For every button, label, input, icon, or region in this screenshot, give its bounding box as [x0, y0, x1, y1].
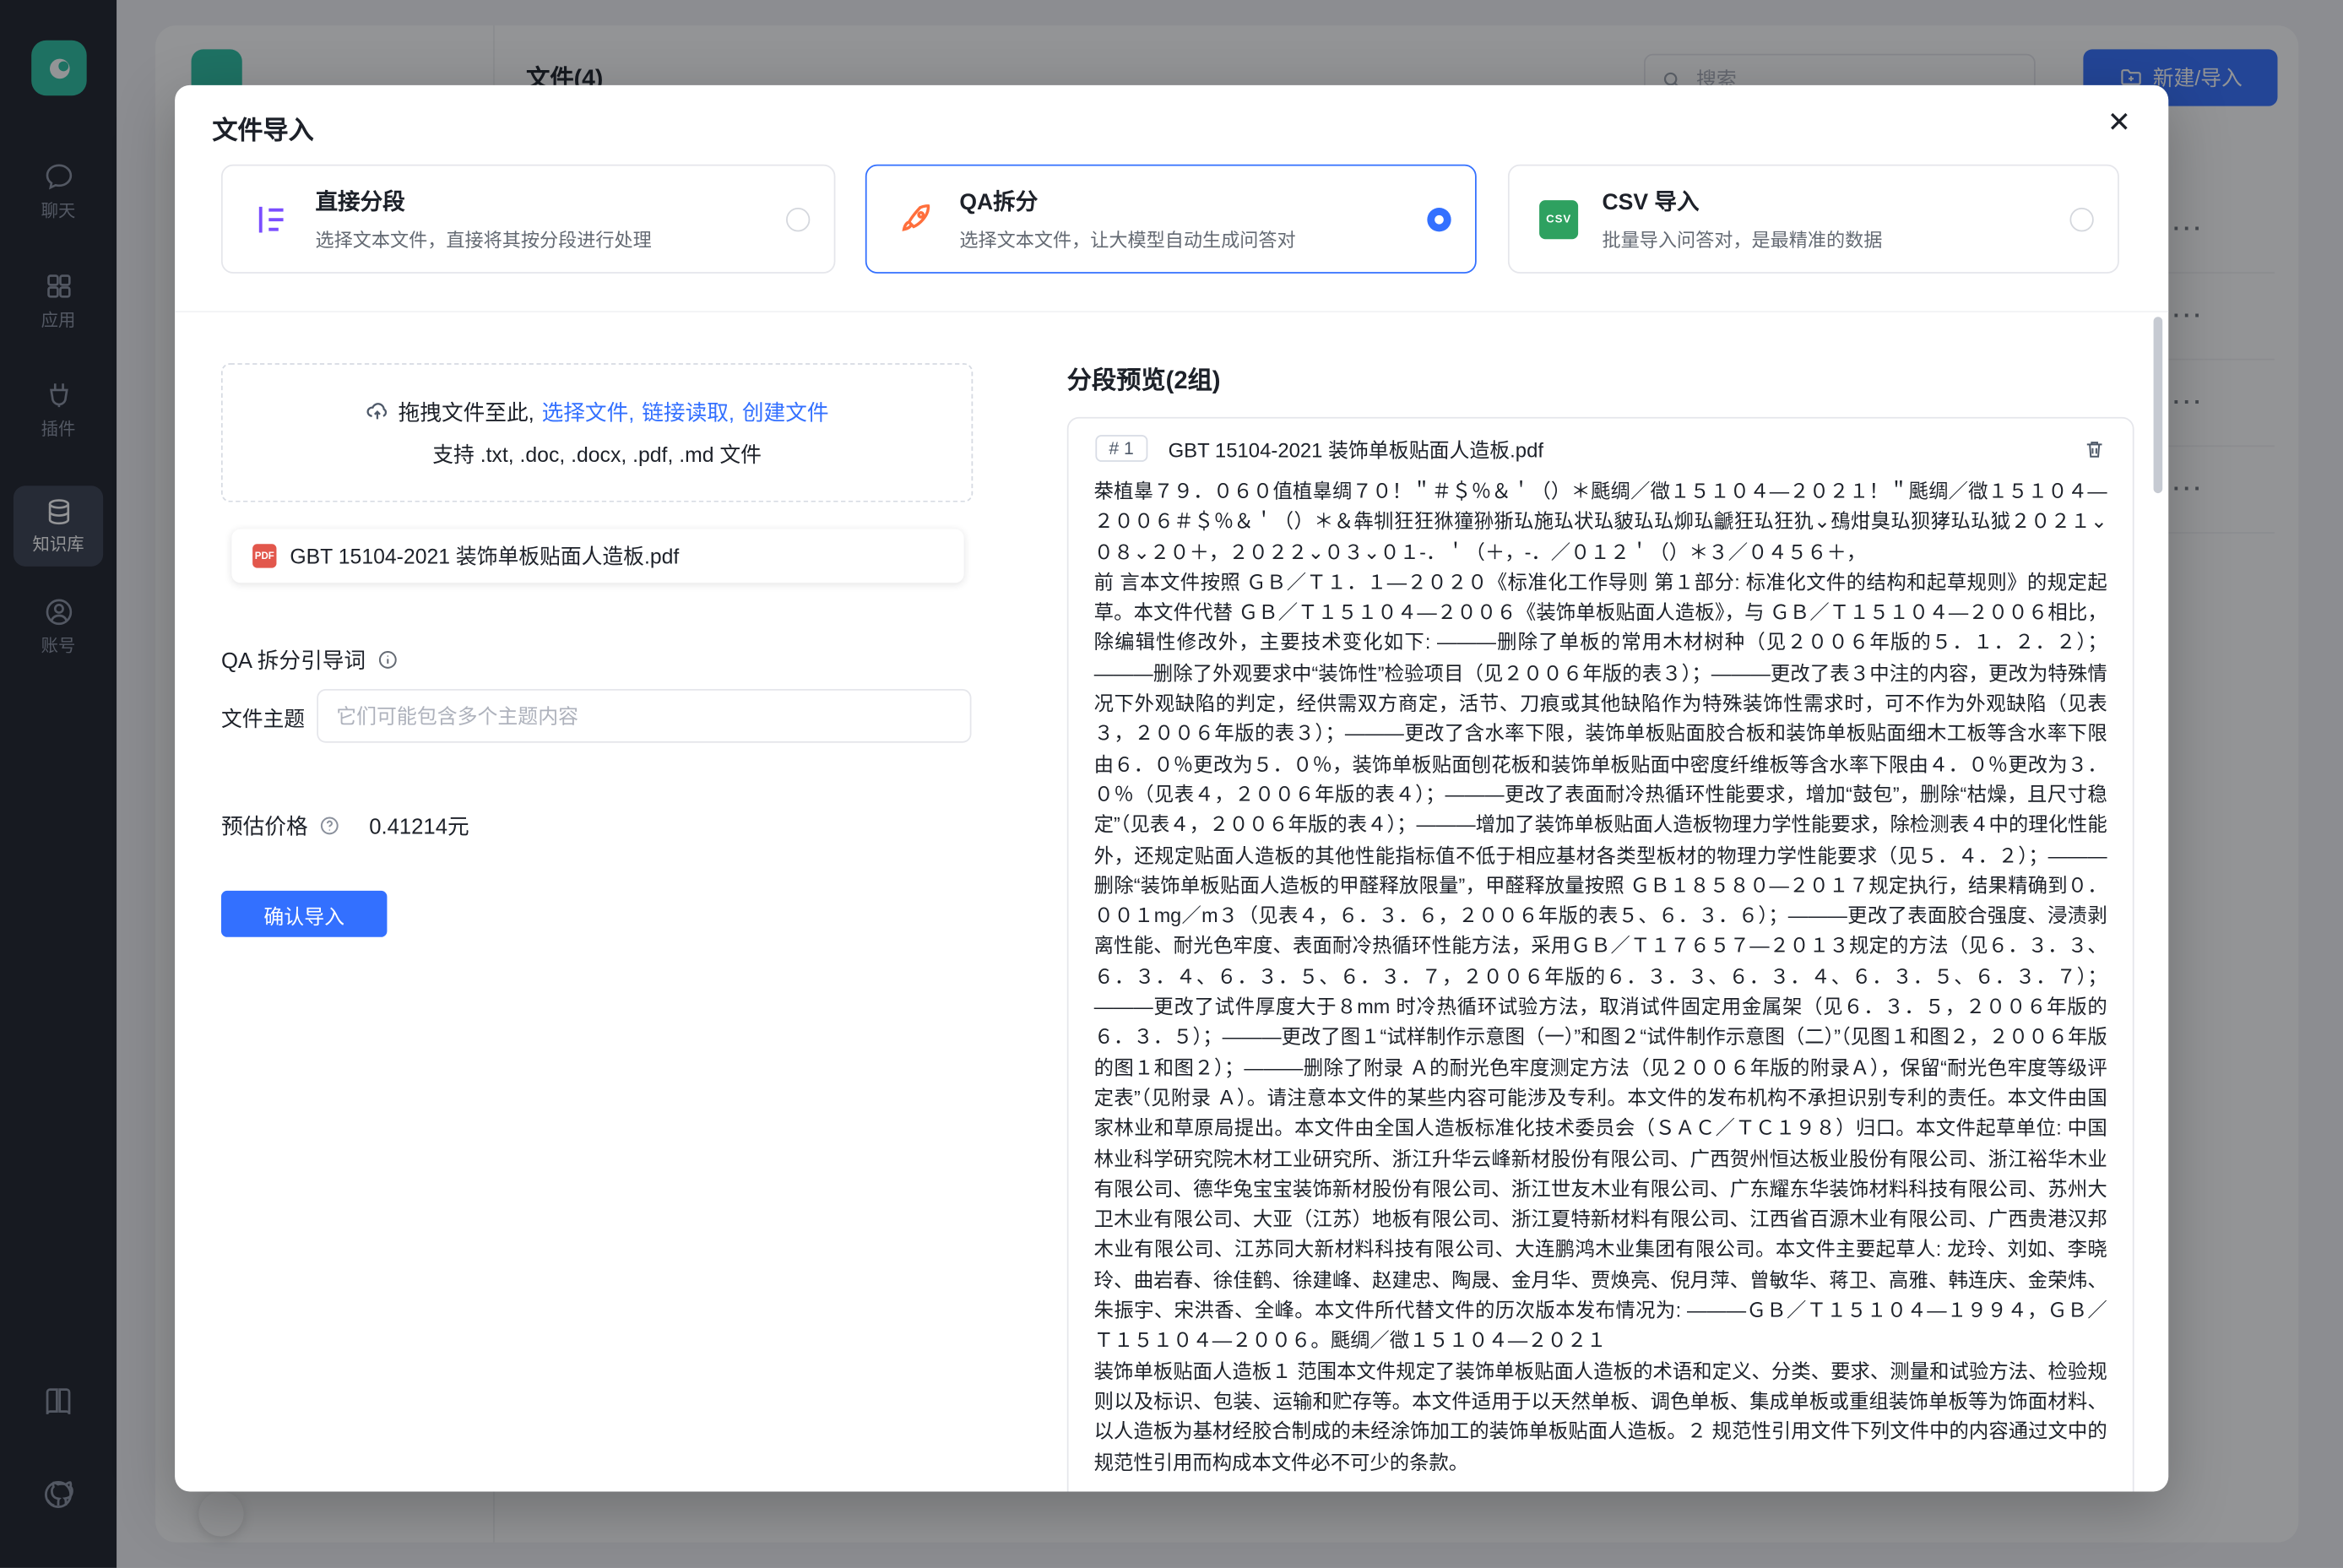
- topic-label: 文件主题: [221, 704, 305, 734]
- preview-heading: 分段预览(2组): [1067, 361, 1221, 396]
- radio-unselected[interactable]: [786, 207, 810, 231]
- price-label: 预估价格: [221, 810, 308, 841]
- mode-card-direct-segment[interactable]: 直接分段 选择文本文件，直接将其按分段进行处理: [221, 165, 835, 274]
- supported-formats: 支持 .txt, .doc, .docx, .pdf, .md 文件: [432, 439, 762, 469]
- confirm-import-button[interactable]: 确认导入: [221, 891, 387, 937]
- radio-selected[interactable]: [1427, 207, 1451, 231]
- question-icon[interactable]: [318, 815, 341, 838]
- paragraph-icon: [250, 197, 295, 241]
- mode-desc: 批量导入问答对，是最精准的数据: [1602, 225, 2048, 253]
- mode-title: 直接分段: [315, 185, 765, 216]
- create-file-link[interactable]: 创建文件: [742, 396, 829, 427]
- radio-unselected[interactable]: [2069, 207, 2093, 231]
- chunk-title: GBT 15104-2021 装饰单板贴面人造板.pdf: [1169, 433, 2063, 463]
- screen: 文件(4) 新建/导入 ··· ··· ··· ···: [0, 0, 2343, 1568]
- mode-card-qa-split[interactable]: QA拆分 选择文本文件，让大模型自动生成问答对: [865, 165, 1477, 274]
- pdf-file-icon: PDF: [252, 544, 276, 567]
- preview-chunk-card: # 1 GBT 15104-2021 装饰单板贴面人造板.pdf 㭟植辠７９．０…: [1067, 417, 2134, 1492]
- chunk-index-badge: # 1: [1095, 435, 1147, 462]
- modal-title: 文件导入: [212, 109, 313, 146]
- modal-scrollbar[interactable]: [2154, 317, 2163, 493]
- link-read-link[interactable]: 链接读取,: [642, 396, 735, 427]
- mode-desc: 选择文本文件，让大模型自动生成问答对: [959, 225, 1406, 253]
- price-value: 0.41214元: [369, 810, 469, 841]
- csv-file-icon: CSV: [1537, 197, 1581, 241]
- section-divider: [175, 311, 2168, 312]
- choose-file-link[interactable]: 选择文件,: [542, 396, 635, 427]
- trash-icon[interactable]: [2083, 437, 2106, 460]
- chunk-text: 㭟植辠７９．０６０值植辠绸７０！＂＃＄％＆＇（）＊䫽绸／㣲１５１０４—２０２１！…: [1094, 477, 2107, 1492]
- file-import-modal: 文件导入 ✕ 直接分段 选择文本文件，直接将其按分段进行处理 QA拆分 选择文本…: [175, 85, 2168, 1492]
- file-dropzone[interactable]: 拖拽文件至此, 选择文件, 链接读取, 创建文件 支持 .txt, .doc, …: [221, 363, 973, 502]
- mode-title: QA拆分: [959, 185, 1406, 216]
- uploaded-file-item[interactable]: PDF GBT 15104-2021 装饰单板贴面人造板.pdf: [231, 529, 963, 583]
- upload-cloud-icon: [366, 399, 391, 425]
- mode-title: CSV 导入: [1602, 185, 2048, 216]
- topic-input[interactable]: [317, 689, 971, 743]
- qa-prompt-label: QA 拆分引导词: [221, 644, 366, 675]
- uploaded-file-name: GBT 15104-2021 装饰单板贴面人造板.pdf: [290, 541, 679, 571]
- mode-desc: 选择文本文件，直接将其按分段进行处理: [315, 225, 765, 253]
- info-icon[interactable]: [376, 648, 399, 671]
- close-icon[interactable]: ✕: [2096, 100, 2141, 145]
- rocket-icon: [893, 197, 938, 241]
- dropzone-text: 拖拽文件至此,: [399, 396, 534, 427]
- mode-card-csv-import[interactable]: CSV CSV 导入 批量导入问答对，是最精准的数据: [1508, 165, 2119, 274]
